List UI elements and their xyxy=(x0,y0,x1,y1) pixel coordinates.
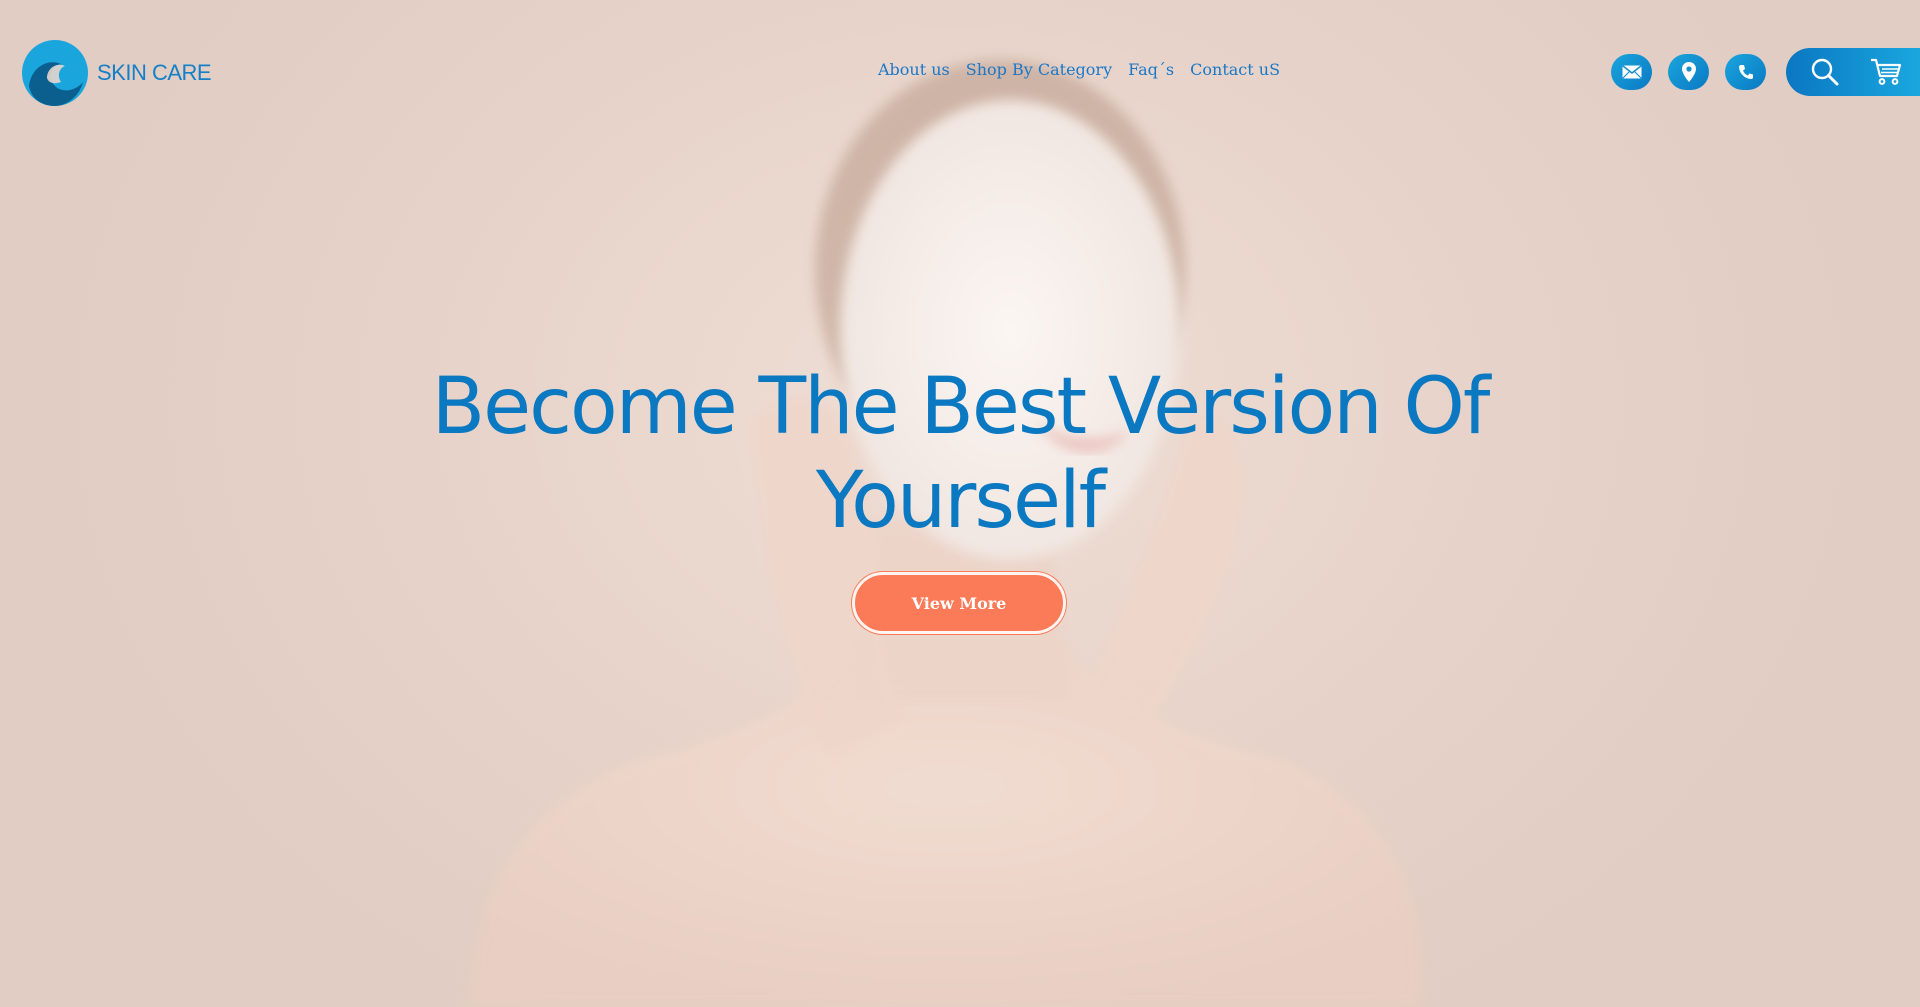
main-nav: About us Shop By Category Faq´s Contact … xyxy=(878,60,1280,79)
cart-button[interactable] xyxy=(1870,58,1902,86)
location-button[interactable] xyxy=(1668,54,1709,90)
phone-button[interactable] xyxy=(1725,54,1766,90)
mail-button[interactable] xyxy=(1611,54,1652,90)
cart-icon xyxy=(1871,58,1902,85)
phone-icon xyxy=(1738,65,1753,79)
nav-about-us[interactable]: About us xyxy=(878,60,950,79)
wave-logo-icon xyxy=(22,40,88,106)
nav-faqs[interactable]: Faq´s xyxy=(1128,60,1174,79)
nav-contact-us[interactable]: Contact uS xyxy=(1190,60,1280,79)
nav-shop-by-category[interactable]: Shop By Category xyxy=(966,60,1112,79)
search-button[interactable] xyxy=(1810,57,1840,87)
view-more-button[interactable]: View More xyxy=(852,572,1066,634)
contact-icons xyxy=(1611,54,1766,90)
mail-icon xyxy=(1622,65,1641,79)
hero-headline: Become The Best Version Of Yourself xyxy=(431,362,1491,546)
brand-logo[interactable]: SKIN CARE xyxy=(21,38,212,108)
search-cart-bar xyxy=(1786,48,1920,96)
search-icon xyxy=(1811,58,1839,86)
brand-name: SKIN CARE xyxy=(97,60,212,85)
location-pin-icon xyxy=(1681,62,1696,82)
